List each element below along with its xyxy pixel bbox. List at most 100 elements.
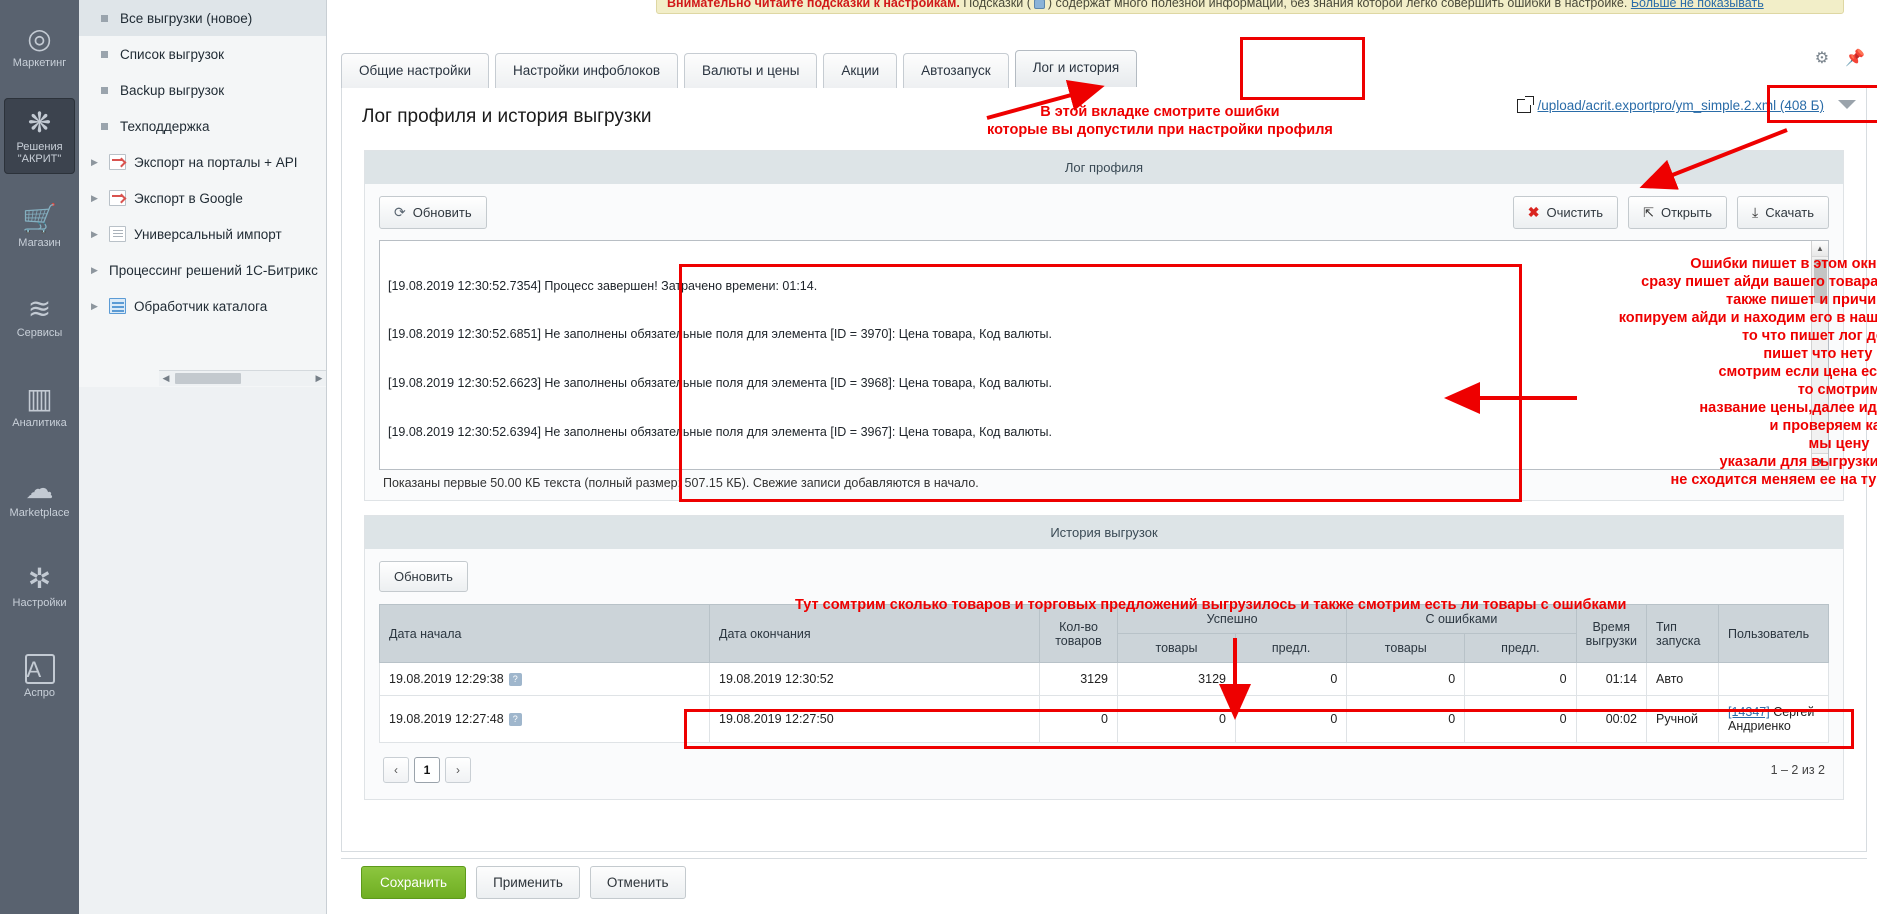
rail-item-settings[interactable]: ✲ Настройки	[4, 548, 75, 624]
menu-item-label: Все выгрузки (новое)	[120, 11, 252, 26]
cell-run-type: Ручной	[1647, 696, 1719, 743]
left-menu-panel: Все выгрузки (новое) Список выгрузок Bac…	[79, 0, 327, 914]
history-refresh-button[interactable]: Обновить	[379, 561, 468, 592]
page-prev-button[interactable]: ‹	[383, 757, 409, 783]
scroll-track[interactable]	[245, 373, 311, 384]
rail-item-label: Marketplace	[10, 507, 70, 519]
cell-ok-offers: 0	[1235, 696, 1346, 743]
rail-item-akrit-solutions[interactable]: ❋ Решения "АКРИТ"	[4, 98, 75, 174]
log-download-button[interactable]: ⤓ Скачать	[1737, 196, 1829, 229]
menu-item-label: Экспорт в Google	[134, 191, 243, 206]
rail-item-analytics[interactable]: ▥ Аналитика	[4, 368, 75, 444]
cell-err-offers: 0	[1465, 696, 1576, 743]
menu-item-catalog-handler[interactable]: ▶ Обработчик каталога	[79, 288, 326, 324]
col-errors-goods: товары	[1347, 634, 1465, 663]
rail-item-marketplace[interactable]: ☁ Marketplace	[4, 458, 75, 534]
tab-label: Настройки инфоблоков	[513, 63, 660, 78]
log-open-button[interactable]: ⇱ Открыть	[1628, 196, 1727, 229]
save-button[interactable]: Сохранить	[361, 866, 466, 899]
gear-icon[interactable]: ⚙	[1815, 48, 1829, 68]
export-file-icon	[109, 154, 126, 170]
banner-text-after: ) содержат много полезной информации, бе…	[1048, 0, 1631, 10]
apply-button[interactable]: Применить	[476, 866, 580, 899]
cell-end-date: 19.08.2019 12:27:50	[710, 696, 1040, 743]
cell-goods-count: 3129	[1040, 663, 1118, 696]
help-icon[interactable]: ?	[509, 673, 522, 686]
rail-item-label: Сервисы	[17, 327, 63, 339]
rail-item-label: Аспро	[24, 687, 55, 699]
cell-err-offers: 0	[1465, 663, 1576, 696]
button-label: Обновить	[394, 569, 453, 584]
tab-currencies-prices[interactable]: Валюты и цены	[684, 53, 817, 88]
menu-item-processing-1c[interactable]: ▶ Процессинг решений 1С-Битрикс	[79, 252, 326, 288]
menu-item-support[interactable]: Техподдержка	[79, 108, 326, 144]
tab-log-and-history[interactable]: Лог и история	[1015, 50, 1138, 87]
rail-item-aspro[interactable]: A Аспро	[4, 638, 75, 714]
rail-item-label: Маркетинг	[13, 57, 66, 69]
tab-infoblock-settings[interactable]: Настройки инфоблоков	[495, 53, 678, 88]
scroll-right-arrow-icon[interactable]: ▶	[312, 373, 326, 384]
cell-ok-goods: 0	[1118, 696, 1236, 743]
tab-general-settings[interactable]: Общие настройки	[341, 53, 489, 88]
tab-autostart[interactable]: Автозапуск	[903, 53, 1009, 88]
form-footer: Сохранить Применить Отменить	[341, 858, 1867, 906]
page-top-icons: ⚙ 📌	[1815, 48, 1865, 68]
page-1-button[interactable]: 1	[414, 757, 440, 783]
rail-item-marketing[interactable]: ◎ Маркетинг	[4, 8, 75, 84]
chevron-right-icon: ▶	[91, 229, 101, 240]
menu-item-label: Обработчик каталога	[134, 299, 267, 314]
history-table-body: 19.08.2019 12:29:38? 19.08.2019 12:30:52…	[380, 663, 1829, 743]
banner-strong: Внимательно читайте подсказки к настройк…	[667, 0, 960, 10]
page-next-button[interactable]: ›	[445, 757, 471, 783]
user-id-link[interactable]: [14347]	[1728, 705, 1770, 719]
menu-horizontal-scrollbar[interactable]: ◀ ▶	[159, 370, 326, 386]
export-file-icon	[109, 190, 126, 206]
start-date-text: 19.08.2019 12:29:38	[389, 672, 504, 686]
collapse-caret-icon[interactable]	[1838, 100, 1856, 109]
rail-item-services[interactable]: ≋ Сервисы	[4, 278, 75, 354]
rail-item-shop[interactable]: 🛒 Магазин	[4, 188, 75, 264]
log-clear-button[interactable]: ✖ Очистить	[1513, 196, 1618, 229]
cell-start-date: 19.08.2019 12:29:38?	[380, 663, 710, 696]
menu-item-export-portals[interactable]: ▶ Экспорт на порталы + API	[79, 144, 326, 180]
annotation-tab-note: В этой вкладке смотрите ошибки которые в…	[987, 103, 1333, 139]
menu-item-export-google[interactable]: ▶ Экспорт в Google	[79, 180, 326, 216]
bar-chart-icon: ▥	[26, 384, 52, 414]
chevron-right-icon: ▶	[91, 301, 101, 312]
download-icon: ⤓	[1752, 204, 1758, 221]
menu-item-universal-import[interactable]: ▶ Универсальный импорт	[79, 216, 326, 252]
menu-item-export-list[interactable]: Список выгрузок	[79, 36, 326, 72]
log-refresh-button[interactable]: ⟳ Обновить	[379, 196, 487, 229]
button-label: Открыть	[1661, 205, 1712, 220]
table-row[interactable]: 19.08.2019 12:29:38? 19.08.2019 12:30:52…	[380, 663, 1829, 696]
help-icon[interactable]: ?	[509, 713, 522, 726]
chevron-right-icon: ▶	[91, 265, 101, 276]
start-date-text: 19.08.2019 12:27:48	[389, 712, 504, 726]
export-file-link[interactable]: /upload/acrit.exportpro/ym_simple.2.xml …	[1538, 98, 1824, 113]
cancel-button[interactable]: Отменить	[590, 866, 686, 899]
button-label: Скачать	[1765, 205, 1814, 220]
col-run-type: Тип запуска	[1647, 605, 1719, 663]
tab-label: Акции	[841, 63, 879, 78]
cell-ok-goods: 3129	[1118, 663, 1236, 696]
tab-label: Лог и история	[1033, 60, 1120, 75]
menu-item-label: Техподдержка	[120, 119, 209, 134]
menu-empty-area	[79, 387, 326, 914]
table-row[interactable]: 19.08.2019 12:27:48? 19.08.2019 12:27:50…	[380, 696, 1829, 743]
scroll-thumb[interactable]	[175, 373, 241, 384]
history-table: Дата начала Дата окончания Кол-во товаро…	[379, 604, 1829, 743]
menu-item-all-exports[interactable]: Все выгрузки (новое)	[79, 0, 326, 36]
tab-promotions[interactable]: Акции	[823, 53, 897, 88]
button-label: Очистить	[1546, 205, 1603, 220]
tab-label: Общие настройки	[359, 63, 471, 78]
banner-dismiss-link[interactable]: Больше не показывать	[1631, 0, 1764, 10]
scroll-left-arrow-icon[interactable]: ◀	[159, 373, 173, 384]
pin-icon[interactable]: 📌	[1845, 48, 1865, 68]
menu-item-backup[interactable]: Backup выгрузок	[79, 72, 326, 108]
external-link-icon: ⇱	[1643, 205, 1654, 221]
cloud-download-icon: ☁	[26, 474, 54, 504]
export-file-link-row: /upload/acrit.exportpro/ym_simple.2.xml …	[1517, 98, 1824, 113]
button-label: Обновить	[413, 205, 472, 220]
target-icon: ◎	[27, 24, 51, 54]
cell-err-goods: 0	[1347, 663, 1465, 696]
